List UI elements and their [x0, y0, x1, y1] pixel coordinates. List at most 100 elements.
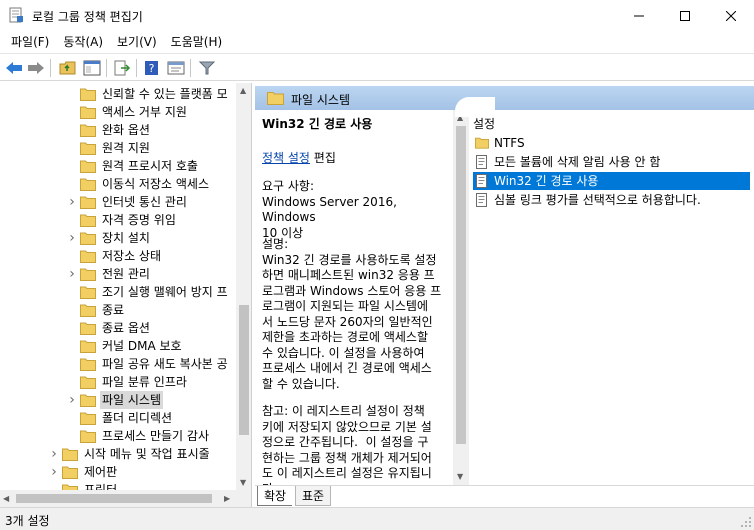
tree-item[interactable]: 완화 옵션: [0, 121, 236, 139]
export-list-button[interactable]: [112, 58, 132, 78]
setting-label: NTFS: [494, 136, 525, 150]
scroll-up-arrow-icon[interactable]: ▲: [240, 86, 246, 96]
policy-setting-item[interactable]: Win32 긴 경로 사용: [473, 172, 750, 190]
properties-button[interactable]: [166, 58, 186, 78]
toolbar-separator: [50, 59, 51, 77]
tree-item[interactable]: 이동식 저장소 액세스: [0, 175, 236, 193]
menu-help[interactable]: 도움말(H): [164, 31, 230, 53]
status-text: 3개 설정: [5, 514, 50, 528]
folder-icon: [80, 357, 96, 371]
tree-item[interactable]: 신뢰할 수 있는 플랫폼 모: [0, 85, 236, 103]
folder-icon: [80, 267, 96, 281]
tree-item[interactable]: 자격 증명 위임: [0, 211, 236, 229]
note-text: 참고: 이 레지스트리 설정이 정책 키에 저장되지 않았으므로 기본 설 정으…: [262, 404, 432, 485]
title-bar: 로컬 그룹 정책 편집기: [0, 0, 754, 31]
tree-item[interactable]: 조기 실행 맬웨어 방지 프: [0, 283, 236, 301]
tree-item[interactable]: 파일 공유 새도 복사본 공: [0, 355, 236, 373]
back-button[interactable]: [4, 58, 24, 78]
folder-icon: [80, 87, 96, 101]
folder-icon: [80, 321, 96, 335]
tree-item[interactable]: › 전원 관리: [0, 265, 236, 283]
up-level-button[interactable]: [58, 58, 78, 78]
menu-view[interactable]: 보기(V): [110, 31, 164, 53]
folder-up-icon: [59, 61, 76, 75]
requirements-text: 요구 사항: Windows Server 2016, Windows 10 이…: [262, 179, 397, 240]
tree-item[interactable]: › 파일 시스템: [0, 391, 236, 409]
tree-item-label: 종료: [102, 303, 125, 317]
tree-item[interactable]: › 인터넷 통신 관리: [0, 193, 236, 211]
tree-item-label: 신뢰할 수 있는 플랫폼 모: [102, 87, 228, 101]
description-vertical-scrollbar[interactable]: ▲ ▼: [453, 110, 469, 485]
minimize-button[interactable]: [616, 0, 662, 31]
tree-item[interactable]: 종료: [0, 301, 236, 319]
help-button[interactable]: ?: [142, 58, 162, 78]
tree-item[interactable]: 액세스 거부 지원: [0, 103, 236, 121]
back-arrow-icon: [6, 62, 22, 74]
folder-icon: [80, 339, 96, 353]
expand-chevron-icon[interactable]: ›: [66, 229, 78, 247]
maximize-button[interactable]: [662, 0, 708, 31]
tree-item[interactable]: › 제어판: [0, 463, 236, 481]
expand-chevron-icon[interactable]: ›: [48, 463, 60, 481]
tree-item[interactable]: 프로세스 만들기 감사: [0, 427, 236, 445]
tree-item-label: 액세스 거부 지원: [102, 105, 187, 119]
scroll-left-arrow-icon[interactable]: ◀: [3, 494, 9, 504]
tree-item[interactable]: 파일 분류 인프라: [0, 373, 236, 391]
folder-icon: [80, 411, 96, 425]
folder-icon: [80, 195, 96, 209]
tree-item-label: 원격 지원: [102, 141, 150, 155]
tree-item[interactable]: › 시작 메뉴 및 작업 표시줄: [0, 445, 236, 463]
tree-item[interactable]: › 장치 설치: [0, 229, 236, 247]
expand-chevron-icon[interactable]: ›: [66, 391, 78, 409]
tree-item[interactable]: 커널 DMA 보호: [0, 337, 236, 355]
setting-label: 모든 볼륨에 삭제 알림 사용 안 함: [494, 155, 661, 169]
filter-button[interactable]: [197, 58, 217, 78]
tab-standard[interactable]: 표준: [295, 486, 332, 506]
folder-icon: [80, 213, 96, 227]
tree-item[interactable]: 원격 지원: [0, 139, 236, 157]
policy-setting-item[interactable]: 모든 볼륨에 삭제 알림 사용 안 함: [473, 153, 750, 171]
scroll-right-arrow-icon[interactable]: ▶: [224, 494, 230, 504]
scroll-down-arrow-icon[interactable]: ▼: [240, 478, 246, 488]
folder-icon: [80, 177, 96, 191]
close-button[interactable]: [708, 0, 754, 31]
settings-column-header[interactable]: 설정: [473, 115, 495, 132]
tree-item[interactable]: 원격 프로시저 호출: [0, 157, 236, 175]
tree-item[interactable]: 종료 옵션: [0, 319, 236, 337]
setting-label: Win32 긴 경로 사용: [494, 174, 599, 188]
folder-icon: [80, 249, 96, 263]
tree-horizontal-scrollbar[interactable]: ◀ ▶: [0, 490, 236, 507]
tree-vertical-scroll-thumb[interactable]: [239, 305, 249, 435]
setting-label: 심볼 링크 평가를 선택적으로 허용합니다.: [494, 193, 701, 207]
tree-horizontal-scroll-thumb[interactable]: [16, 494, 212, 503]
scroll-corner: [236, 490, 251, 507]
tree-item[interactable]: 폴더 리디렉션: [0, 409, 236, 427]
edit-policy-link[interactable]: 정책 설정: [262, 151, 310, 165]
forward-button[interactable]: [26, 58, 46, 78]
filter-funnel-icon: [198, 61, 216, 75]
svg-text:?: ?: [149, 62, 155, 75]
folder-icon: [80, 303, 96, 317]
tree-item-label: 제어판: [84, 465, 118, 479]
settings-folder-item[interactable]: NTFS: [473, 134, 750, 152]
show-hide-tree-button[interactable]: [82, 58, 102, 78]
tree-vertical-scrollbar[interactable]: ▲ ▼: [236, 83, 251, 490]
menu-bar: 파일(F) 동작(A) 보기(V) 도움말(H): [0, 31, 754, 53]
close-icon: [726, 10, 736, 21]
expand-chevron-icon[interactable]: ›: [66, 265, 78, 283]
tree-item-label: 원격 프로시저 호출: [102, 159, 198, 173]
expand-chevron-icon[interactable]: ›: [48, 445, 60, 463]
export-list-icon: [114, 60, 131, 76]
policy-setting-item[interactable]: 심볼 링크 평가를 선택적으로 허용합니다.: [473, 191, 750, 209]
menu-action[interactable]: 동작(A): [56, 31, 110, 53]
folder-icon: [80, 105, 96, 119]
description-scroll-thumb[interactable]: [456, 126, 466, 444]
expand-chevron-icon[interactable]: ›: [66, 193, 78, 211]
toolbar: ?: [0, 53, 754, 81]
tab-extended[interactable]: 확장: [257, 486, 293, 506]
scroll-down-arrow-icon[interactable]: ▼: [457, 472, 463, 482]
menu-file[interactable]: 파일(F): [4, 31, 56, 53]
resize-grip-icon[interactable]: [740, 516, 752, 528]
tree-item[interactable]: 저장소 상태: [0, 247, 236, 265]
settings-list: 설정 NTFS 모든 볼륨에 삭제 알림 사용 안 함 Win32 긴 경로 사용심…: [455, 97, 754, 485]
